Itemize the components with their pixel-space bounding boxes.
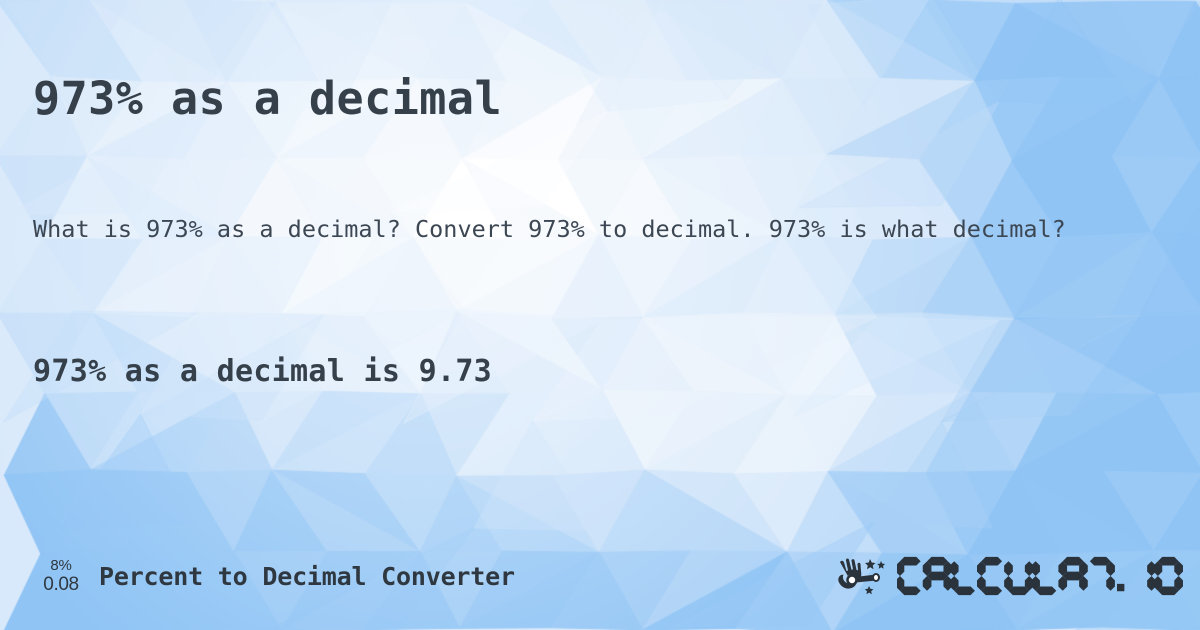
percent-icon-top-label: 8% — [50, 557, 72, 574]
footer: 8% 0.08 Percent to Decimal Converter — [0, 546, 1200, 606]
percent-icon-bottom-label: 0.08 — [43, 574, 79, 595]
converter-name-label: Percent to Decimal Converter — [99, 561, 515, 591]
brand-wordmark — [897, 555, 1190, 597]
brand-logo[interactable] — [835, 546, 1190, 606]
footer-left-group: 8% 0.08 Percent to Decimal Converter — [33, 546, 515, 606]
percent-to-decimal-icon: 8% 0.08 — [33, 558, 89, 594]
hand-magic-wand-icon — [838, 558, 886, 595]
card-content: 973% as a decimal What is 973% as a deci… — [0, 0, 1200, 630]
question-text: What is 973% as a decimal? Convert 973% … — [33, 214, 1066, 243]
og-card: 973% as a decimal What is 973% as a deci… — [0, 0, 1200, 630]
page-title: 973% as a decimal — [33, 72, 503, 126]
answer-text: 973% as a decimal is 9.73 — [33, 354, 493, 389]
